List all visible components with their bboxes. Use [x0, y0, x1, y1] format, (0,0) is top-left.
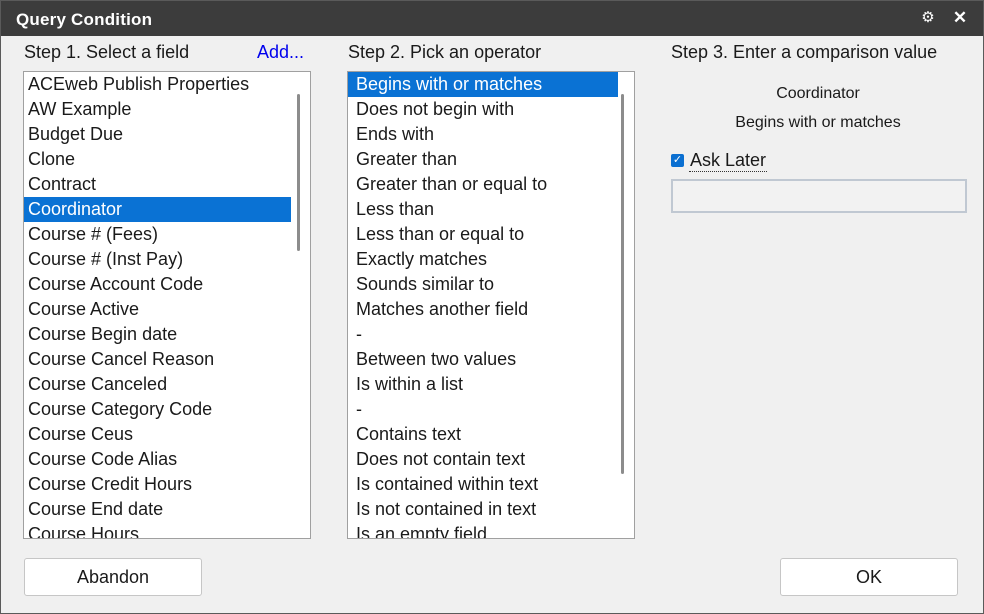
comparison-value-input[interactable]: [671, 179, 967, 213]
operator-list-item[interactable]: Ends with: [348, 122, 619, 147]
operator-list-item[interactable]: Between two values: [348, 347, 619, 372]
field-list-item[interactable]: Coordinator: [24, 197, 291, 222]
abandon-button[interactable]: Abandon: [24, 558, 202, 596]
field-list-item[interactable]: Budget Due: [24, 122, 291, 147]
field-list-item[interactable]: AW Example: [24, 97, 291, 122]
operator-list-item[interactable]: Is an empty field: [348, 522, 619, 538]
field-list-item[interactable]: ACEweb Publish Properties: [24, 72, 291, 97]
operator-list-item[interactable]: Begins with or matches: [348, 72, 618, 97]
field-list-item[interactable]: Course Ceus: [24, 422, 291, 447]
field-list-item[interactable]: Course Code Alias: [24, 447, 291, 472]
field-list-scrollbar[interactable]: [297, 94, 300, 251]
operator-list-scrollbar[interactable]: [621, 94, 624, 474]
title-bar[interactable]: Query Condition ⚙ ✕: [1, 1, 983, 36]
field-list-item[interactable]: Course Cancel Reason: [24, 347, 291, 372]
operator-list-item[interactable]: Matches another field: [348, 297, 619, 322]
operator-list-item[interactable]: Does not contain text: [348, 447, 619, 472]
field-list-item[interactable]: Course Begin date: [24, 322, 291, 347]
field-list-item[interactable]: Course Category Code: [24, 397, 291, 422]
field-listbox[interactable]: ACEweb Publish Properties AW Example Budge…: [23, 71, 311, 539]
operator-list-item[interactable]: Exactly matches: [348, 247, 619, 272]
query-condition-dialog: Query Condition ⚙ ✕ Step 1. Select a fie…: [0, 0, 984, 614]
operator-list-item[interactable]: Is contained within text: [348, 472, 619, 497]
operator-list-item[interactable]: Less than: [348, 197, 619, 222]
operator-listbox[interactable]: Begins with or matches Does not begin wit…: [347, 71, 635, 539]
operator-list-item[interactable]: -: [348, 397, 619, 422]
selected-operator-summary: Begins with or matches: [735, 114, 901, 131]
dialog-title: Query Condition: [16, 10, 153, 29]
field-list-item[interactable]: Course Canceled: [24, 372, 291, 397]
operator-list-item[interactable]: Does not begin with: [348, 97, 619, 122]
operator-list-item[interactable]: Greater than or equal to: [348, 172, 619, 197]
field-list-item[interactable]: Course Account Code: [24, 272, 291, 297]
gear-icon[interactable]: ⚙: [919, 9, 937, 27]
close-icon[interactable]: ✕: [951, 9, 969, 27]
field-list-item[interactable]: Contract: [24, 172, 291, 197]
operator-list-item[interactable]: Contains text: [348, 422, 619, 447]
field-list-item[interactable]: Course Credit Hours: [24, 472, 291, 497]
ask-later-checkbox[interactable]: ✓: [671, 154, 684, 167]
step2-label: Step 2. Pick an operator: [348, 42, 542, 62]
field-list-item[interactable]: Course Hours: [24, 522, 291, 538]
selected-field-summary: Coordinator: [776, 85, 860, 102]
field-list-item[interactable]: Course End date: [24, 497, 291, 522]
operator-list-item[interactable]: Sounds similar to: [348, 272, 619, 297]
operator-list-item[interactable]: Is within a list: [348, 372, 619, 397]
operator-list-item[interactable]: Less than or equal to: [348, 222, 619, 247]
add-field-link[interactable]: Add...: [257, 42, 304, 63]
operator-list-item[interactable]: Is not contained in text: [348, 497, 619, 522]
operator-list-item[interactable]: Greater than: [348, 147, 619, 172]
field-list-item[interactable]: Course # (Fees): [24, 222, 291, 247]
field-list-item[interactable]: Clone: [24, 147, 291, 172]
step3-label: Step 3. Enter a comparison value: [671, 42, 938, 62]
field-list-item[interactable]: Course Active: [24, 297, 291, 322]
ask-later-label[interactable]: Ask Later: [689, 150, 768, 172]
ok-button[interactable]: OK: [780, 558, 958, 596]
step1-label: Step 1. Select a field: [24, 42, 190, 62]
field-list-item[interactable]: Course # (Inst Pay): [24, 247, 291, 272]
operator-list-item[interactable]: -: [348, 322, 619, 347]
